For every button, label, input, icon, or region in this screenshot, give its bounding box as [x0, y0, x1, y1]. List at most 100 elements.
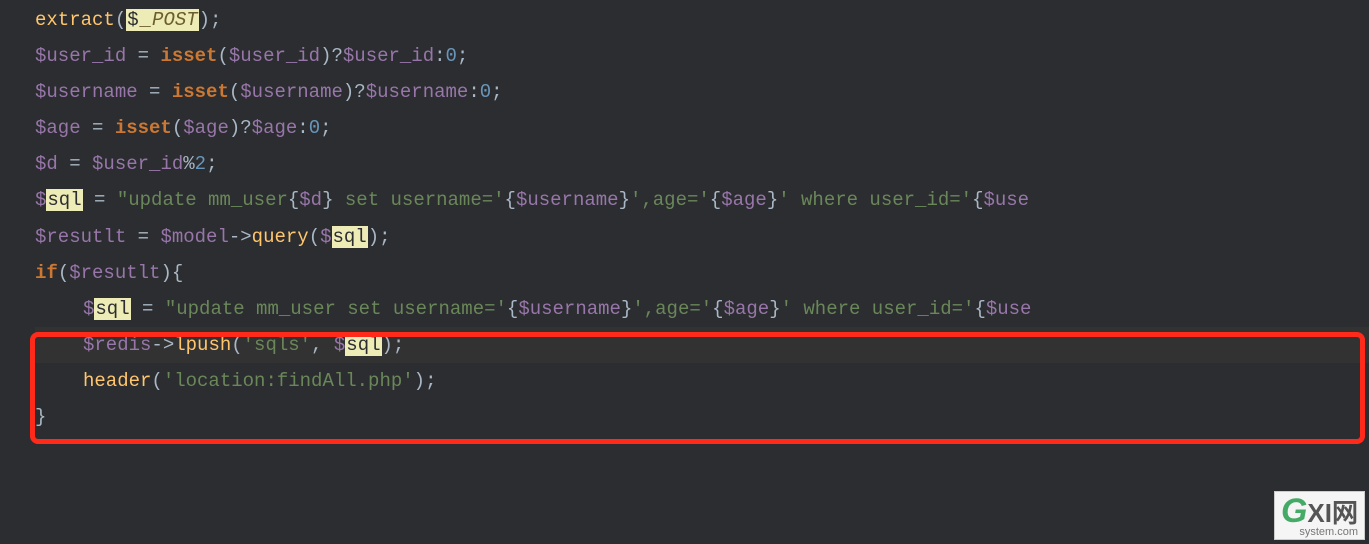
eq: = — [83, 189, 117, 211]
brace-open: { — [507, 298, 518, 320]
brace-open: { — [288, 189, 299, 211]
brace-open: { — [710, 189, 721, 211]
kw-isset: isset — [115, 117, 172, 139]
code-line-1[interactable]: extract($_POST); — [35, 2, 1369, 38]
arrow: -> — [151, 334, 174, 356]
watermark-cn: 网 — [1332, 498, 1358, 528]
code-line-7[interactable]: $resutlt = $model->query($sql); — [35, 219, 1369, 255]
var-use-embed: $use — [983, 189, 1029, 211]
semi: ; — [206, 153, 217, 175]
fn-query: query — [252, 226, 309, 248]
const-post: _POST — [140, 9, 199, 31]
num-two: 2 — [195, 153, 206, 175]
brace-open: { — [712, 298, 723, 320]
var-age-2: $age — [183, 117, 229, 139]
kw-isset: isset — [172, 81, 229, 103]
paren-close-brace: ){ — [160, 262, 183, 284]
eq: = — [126, 226, 160, 248]
var-resutlt: $resutlt — [35, 226, 126, 248]
num-zero: 0 — [446, 45, 457, 67]
watermark: GXI网 system.com — [1274, 491, 1365, 540]
eq: = — [58, 153, 92, 175]
code-line-9[interactable]: $sql = "update mm_user set username='{$u… — [35, 291, 1369, 327]
code-line-5[interactable]: $d = $user_id%2; — [35, 146, 1369, 182]
paren-close: ); — [199, 9, 222, 31]
var-post-dollar: $ — [126, 9, 139, 31]
watermark-g: G — [1281, 492, 1307, 530]
paren-close: ); — [368, 226, 391, 248]
code-line-10[interactable]: $redis->lpush('sqls', $sql); — [35, 327, 1369, 363]
var-sql-hl: sql — [332, 226, 368, 248]
brace-close: } — [621, 298, 632, 320]
num-zero: 0 — [309, 117, 320, 139]
eq: = — [138, 81, 172, 103]
var-sql-dollar: $ — [83, 298, 94, 320]
var-age-embed: $age — [724, 298, 770, 320]
code-line-4[interactable]: $age = isset($age)?$age:0; — [35, 110, 1369, 146]
paren-close-q: )? — [320, 45, 343, 67]
code-line-8[interactable]: if($resutlt){ — [35, 255, 1369, 291]
var-resutlt: $resutlt — [69, 262, 160, 284]
paren-open: ( — [231, 334, 242, 356]
code-line-12[interactable]: } — [35, 399, 1369, 435]
var-sql-dollar: $ — [320, 226, 331, 248]
code-line-2[interactable]: $user_id = isset($user_id)?$user_id:0; — [35, 38, 1369, 74]
str-where-2: ' where user_id=' — [781, 298, 975, 320]
var-age: $age — [35, 117, 81, 139]
var-sql-dollar: $ — [35, 189, 46, 211]
var-user-id: $user_id — [35, 45, 126, 67]
var-use-embed: $use — [986, 298, 1032, 320]
eq: = — [81, 117, 115, 139]
code-line-6[interactable]: $sql = "update mm_user{$d} set username=… — [35, 182, 1369, 218]
comma: , — [311, 334, 334, 356]
fn-header: header — [83, 370, 151, 392]
fn-lpush: lpush — [174, 334, 231, 356]
paren-close: ); — [382, 334, 405, 356]
colon: : — [297, 117, 308, 139]
var-model: $model — [160, 226, 228, 248]
semi: ; — [491, 81, 502, 103]
var-sql-hl: sql — [46, 189, 82, 211]
var-sql-hl: sql — [94, 298, 130, 320]
paren-open: ( — [172, 117, 183, 139]
str-where: ' where user_id=' — [778, 189, 972, 211]
paren-open: ( — [229, 81, 240, 103]
brace-open: { — [972, 189, 983, 211]
brace-open: { — [505, 189, 516, 211]
close-brace: } — [35, 406, 46, 428]
var-user-id: $user_id — [92, 153, 183, 175]
semi: ; — [457, 45, 468, 67]
var-sql-dollar: $ — [334, 334, 345, 356]
var-username-3: $username — [366, 81, 469, 103]
var-age-3: $age — [252, 117, 298, 139]
fn-extract: extract — [35, 9, 115, 31]
op-mod: % — [183, 153, 194, 175]
str-age: ',age=' — [630, 189, 710, 211]
code-line-3[interactable]: $username = isset($username)?$username:0… — [35, 74, 1369, 110]
paren-close: ); — [414, 370, 437, 392]
kw-isset: isset — [160, 45, 217, 67]
str-age-2: ',age=' — [632, 298, 712, 320]
watermark-xi: XI — [1307, 498, 1332, 528]
colon: : — [434, 45, 445, 67]
brace-open: { — [974, 298, 985, 320]
paren-open: ( — [58, 262, 69, 284]
colon: : — [468, 81, 479, 103]
str-location: 'location:findAll.php' — [163, 370, 414, 392]
paren-open: ( — [217, 45, 228, 67]
paren-close-q: )? — [343, 81, 366, 103]
var-username-embed: $username — [518, 298, 621, 320]
var-user-id-2: $user_id — [229, 45, 320, 67]
var-d-embed: $d — [299, 189, 322, 211]
var-age-embed: $age — [721, 189, 767, 211]
brace-close: } — [767, 189, 778, 211]
var-sql-hl: sql — [345, 334, 381, 356]
var-redis: $redis — [83, 334, 151, 356]
str-update-2: "update mm_user set username=' — [165, 298, 507, 320]
str-set-username: set username=' — [334, 189, 505, 211]
str-update-1: "update mm_user — [117, 189, 288, 211]
code-line-11[interactable]: header('location:findAll.php'); — [35, 363, 1369, 399]
var-d: $d — [35, 153, 58, 175]
num-zero: 0 — [480, 81, 491, 103]
var-username-2: $username — [240, 81, 343, 103]
